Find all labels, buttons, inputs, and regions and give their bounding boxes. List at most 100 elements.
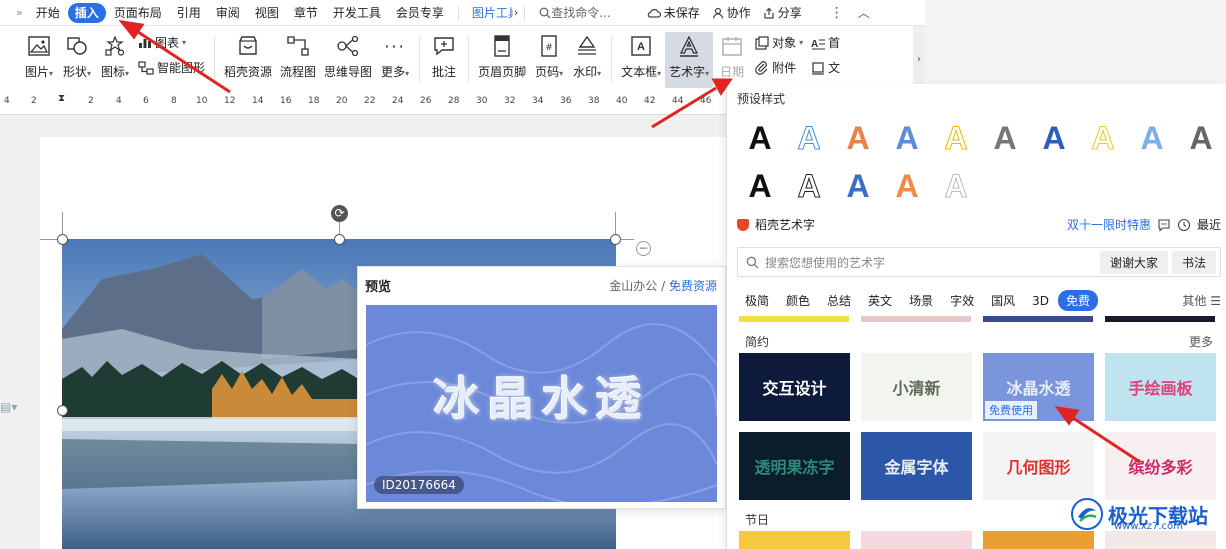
date-button[interactable]: 日期	[713, 32, 751, 88]
preset-style-2-1[interactable]: A	[741, 166, 779, 206]
category-tab[interactable]: 极简	[737, 290, 777, 311]
overflow-chevron-icon[interactable]: »	[0, 6, 29, 19]
preset-style-2-5[interactable]: A	[937, 166, 975, 206]
ribbon: 图片▾ 形状▾ 图标▾ 图表 ▾ 智能图形 稻壳资源 流程图 思维导图 ··· 更…	[0, 26, 925, 93]
tab-view[interactable]: 视图	[248, 3, 286, 23]
header-footer-button[interactable]: 页眉页脚	[474, 32, 530, 88]
chat-icon[interactable]	[1157, 218, 1171, 232]
textbox-button[interactable]: A 文本框▾	[617, 32, 665, 88]
watermark-button[interactable]: 水印▾	[568, 32, 606, 88]
category-tab[interactable]: 3D	[1024, 292, 1057, 310]
layout-options-icon[interactable]: ▤▾	[0, 400, 17, 414]
arttext-thumb[interactable]: 冰晶水透 免费使用	[983, 353, 1094, 421]
icons-icon	[105, 35, 125, 56]
daoke-resource-button[interactable]: 稻壳资源	[220, 32, 276, 88]
icon-button[interactable]: 图标▾	[96, 32, 134, 88]
unsaved-button[interactable]: 未保存	[641, 4, 706, 21]
preset-style-1-7[interactable]: A	[1035, 118, 1073, 158]
arttext-thumb[interactable]: 手绘画板	[1105, 353, 1216, 421]
flowchart-button[interactable]: 流程图	[276, 32, 320, 88]
caret-down-icon: ▾	[559, 69, 564, 78]
comment-button[interactable]: 批注	[425, 32, 463, 88]
object-button[interactable]: 对象 ▾	[755, 34, 803, 51]
arttext-thumb[interactable]: 小清新	[861, 353, 972, 421]
holiday-thumb[interactable]	[739, 531, 850, 549]
ruler-label: 24	[392, 96, 404, 106]
tab-home[interactable]: 开始	[29, 3, 67, 23]
rotate-handle-icon[interactable]: ⟳	[331, 205, 348, 222]
preset-style-1-9[interactable]: A	[1133, 118, 1171, 158]
attachment-button[interactable]: 附件	[755, 59, 803, 76]
arttext-thumb[interactable]: 缤纷多彩	[1105, 432, 1216, 500]
holiday-thumb[interactable]	[1105, 531, 1216, 549]
comment-label: 批注	[432, 65, 457, 79]
resize-handle-w[interactable]	[57, 405, 68, 416]
preset-style-1-6[interactable]: A	[986, 118, 1024, 158]
arttext-thumb[interactable]: 金属字体	[861, 432, 972, 500]
tab-references[interactable]: 引用	[170, 3, 208, 23]
collab-button[interactable]: 协作	[706, 4, 757, 21]
preset-style-2-2[interactable]: A	[790, 166, 828, 206]
indent-marker-icon[interactable]: ⧗	[58, 93, 65, 104]
preset-style-1-4[interactable]: A	[888, 118, 926, 158]
picture-button[interactable]: 图片▾	[20, 32, 58, 88]
preset-style-1-5[interactable]: A	[937, 118, 975, 158]
recent-button[interactable]: 最近	[1197, 216, 1221, 233]
preset-style-2-3[interactable]: A	[839, 166, 877, 206]
tab-insert[interactable]: 插入	[67, 2, 106, 23]
arttext-thumb[interactable]: 交互设计	[739, 353, 850, 421]
promo-link[interactable]: 双十一限时特惠	[1067, 216, 1151, 233]
category-tab[interactable]: 颜色	[778, 290, 818, 311]
smart-graphic-button[interactable]: 智能图形	[138, 59, 205, 76]
category-tab-free[interactable]: 免费	[1057, 290, 1098, 311]
doc-button[interactable]: 文	[811, 59, 840, 76]
suggestion-chip[interactable]: 谢谢大家	[1099, 250, 1168, 274]
arttext-button[interactable]: 艺术字▾	[665, 32, 714, 88]
category-tab[interactable]: 场景	[901, 290, 941, 311]
free-use-tag[interactable]: 免费使用	[985, 401, 1037, 419]
more-options-icon[interactable]: ⋮	[822, 5, 852, 21]
tab-page-layout[interactable]: 页面布局	[107, 3, 169, 23]
preset-style-1-1[interactable]: A	[741, 118, 779, 158]
category-tab[interactable]: 英文	[860, 290, 900, 311]
tab-developer[interactable]: 开发工具	[326, 3, 388, 23]
other-label: 其他	[1182, 294, 1207, 308]
collapse-minus-icon[interactable]: −	[636, 241, 651, 256]
mindmap-button[interactable]: 思维导图	[320, 32, 376, 88]
caret-down-icon: ▾	[657, 69, 662, 78]
preset-style-1-8[interactable]: A	[1084, 118, 1122, 158]
chevron-right-icon[interactable]: ›	[514, 6, 518, 19]
holiday-thumb[interactable]	[861, 531, 972, 549]
collapse-ribbon-icon[interactable]: ︿	[852, 4, 876, 21]
arttext-thumb[interactable]: 透明果冻字	[739, 432, 850, 500]
other-categories-button[interactable]: 其他 ☰	[1182, 292, 1221, 309]
command-search[interactable]: 查找命令...	[531, 4, 618, 21]
tab-review[interactable]: 审阅	[209, 3, 247, 23]
share-button[interactable]: 分享	[757, 4, 808, 21]
preset-style-1-2[interactable]: A	[790, 118, 828, 158]
page-number-button[interactable]: # 页码▾	[530, 32, 568, 88]
drop-cap-button[interactable]: A 首	[811, 34, 840, 51]
ribbon-scroll-right-icon[interactable]: ›	[913, 26, 925, 93]
tab-picture-tools[interactable]: 图片工具	[465, 3, 513, 23]
chart-button[interactable]: 图表 ▾	[138, 34, 205, 51]
tab-chapter[interactable]: 章节	[287, 3, 325, 23]
tab-member[interactable]: 会员专享	[389, 3, 451, 23]
arttext-thumb[interactable]: 几何图形	[983, 432, 1094, 500]
resize-handle-nw[interactable]	[57, 234, 68, 245]
shape-button[interactable]: 形状▾	[58, 32, 96, 88]
resize-handle-ne[interactable]	[610, 234, 621, 245]
preset-style-2-4[interactable]: A	[888, 166, 926, 206]
category-tab[interactable]: 国风	[983, 290, 1023, 311]
category-tab[interactable]: 总结	[819, 290, 859, 311]
preset-style-1-3[interactable]: A	[839, 118, 877, 158]
holiday-thumb[interactable]	[983, 531, 1094, 549]
category-tab[interactable]: 字效	[942, 290, 982, 311]
preview-free-link[interactable]: 免费资源	[669, 279, 717, 293]
suggestion-chip[interactable]: 书法	[1171, 250, 1216, 274]
section-more-link[interactable]: 更多	[1189, 333, 1213, 350]
resize-handle-n[interactable]	[334, 234, 345, 245]
more-button[interactable]: ··· 更多▾	[376, 32, 414, 88]
arttext-search-input[interactable]: 搜索您想使用的艺术字 谢谢大家 书法	[737, 247, 1221, 277]
preset-style-1-10[interactable]: A	[1182, 118, 1220, 158]
